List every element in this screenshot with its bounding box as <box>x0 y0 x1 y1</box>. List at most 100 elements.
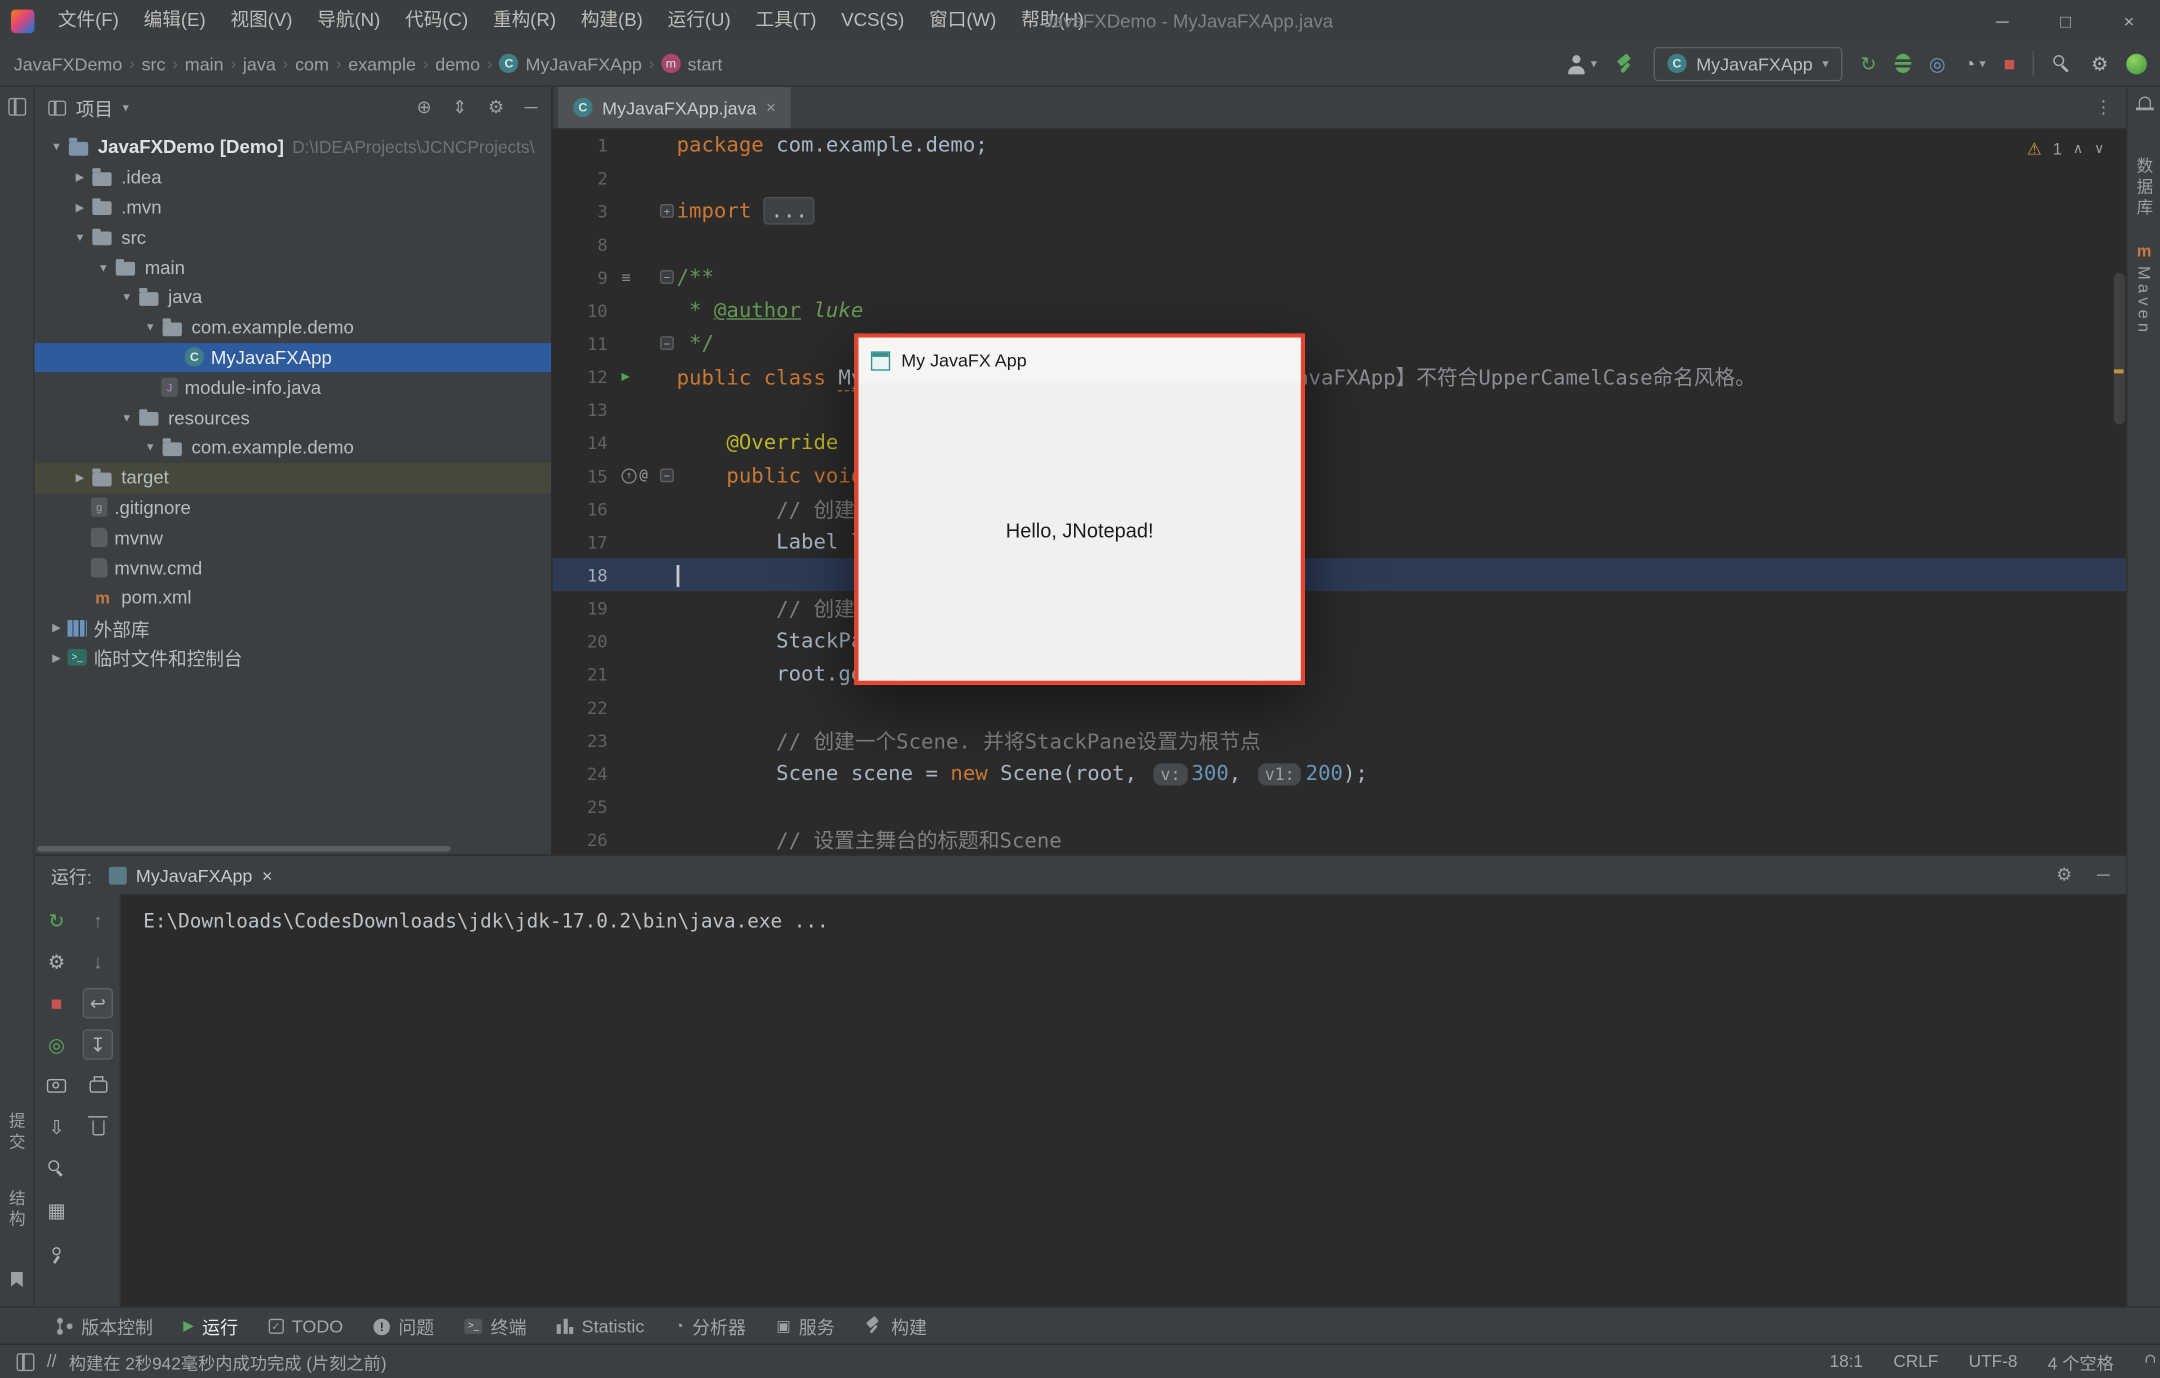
tree-item[interactable]: ▶外部库 <box>34 613 551 643</box>
code-line[interactable]: 2 <box>553 161 2127 194</box>
tree-item[interactable]: ▶.idea <box>34 162 551 192</box>
tool-tab-statistic[interactable]: Statistic <box>542 1308 660 1345</box>
tree-item[interactable]: ▼src <box>34 222 551 252</box>
menu-item[interactable]: 工具(T) <box>743 0 829 41</box>
tree-item[interactable]: ▼com.example.demo <box>34 313 551 343</box>
chevron-down-icon[interactable]: ▼ <box>116 411 138 423</box>
pin-icon[interactable] <box>41 1236 71 1266</box>
tree-item[interactable]: mpom.xml <box>34 583 551 613</box>
stop-button[interactable]: ■ <box>2004 52 2016 74</box>
status-message[interactable]: 构建在 2秒942毫秒内成功完成 (片刻之前) <box>69 1348 387 1374</box>
tree-item[interactable]: ▼JavaFXDemo [Demo] D:\IDEAProjects\JCNCP… <box>34 132 551 162</box>
breadcrumb-item[interactable]: JavaFXDemo <box>14 53 123 74</box>
close-button[interactable]: × <box>2097 0 2160 41</box>
locate-file-button[interactable]: ⊕ <box>417 96 432 118</box>
camera-icon[interactable] <box>41 1071 71 1101</box>
menu-item[interactable]: 运行(U) <box>655 0 743 41</box>
prev-problem-icon[interactable]: ∧ <box>2073 141 2083 156</box>
javafx-app-window[interactable]: My JavaFX App Hello, JNotepad! <box>854 333 1305 684</box>
code-line[interactable]: 1package com.example.demo; <box>553 128 2127 161</box>
tree-item[interactable]: ▼com.example.demo <box>34 433 551 463</box>
code-line[interactable]: 17 Label l <box>553 525 2127 558</box>
code-line[interactable]: 16 // 创建 <box>553 492 2127 525</box>
tree-item[interactable]: Jmodule-info.java <box>34 373 551 403</box>
plugin-button[interactable] <box>2126 53 2147 74</box>
project-stripe-button[interactable] <box>5 95 28 118</box>
print-icon[interactable] <box>83 1071 113 1101</box>
chevron-down-icon[interactable]: ▾ <box>123 100 129 115</box>
run-line-icon[interactable]: ▶ <box>621 369 629 384</box>
code-line[interactable]: 26 // 设置主舞台的标题和Scene <box>553 823 2127 855</box>
breadcrumb-item[interactable]: main <box>185 53 224 74</box>
line-separator[interactable]: CRLF <box>1893 1352 1938 1371</box>
fold-collapse-icon[interactable]: − <box>660 336 674 350</box>
breadcrumb-item[interactable]: example <box>348 53 416 74</box>
tree-item[interactable]: ▶.mvn <box>34 192 551 222</box>
expand-collapse-button[interactable]: ⇕ <box>452 96 467 118</box>
next-problem-icon[interactable]: ∨ <box>2094 141 2104 156</box>
settings-gear-button[interactable]: ⚙ <box>2056 864 2072 886</box>
menu-item[interactable]: VCS(S) <box>829 0 917 41</box>
settings-gear-button[interactable]: ⚙ <box>488 96 504 118</box>
caret-position[interactable]: 18:1 <box>1829 1352 1863 1371</box>
tool-tab-build[interactable]: 构建 <box>850 1308 942 1345</box>
chevron-down-icon[interactable]: ▼ <box>92 261 114 273</box>
tree-item[interactable]: ▼java <box>34 282 551 312</box>
run-config-select[interactable]: C MyJavaFXApp ▾ <box>1654 46 1843 80</box>
code-line[interactable]: 19 // 创建 <box>553 591 2127 624</box>
console-command-line[interactable]: E:\Downloads\CodesDownloads\jdk\jdk-17.0… <box>143 911 828 933</box>
chevron-right-icon[interactable]: ▶ <box>69 201 91 213</box>
code-line[interactable]: 21 root.ge <box>553 657 2127 690</box>
wrench-icon[interactable]: ⚙ <box>41 947 71 977</box>
code-line[interactable]: 8 <box>553 227 2127 260</box>
tree-item[interactable]: ▶>_临时文件和控制台 <box>34 643 551 673</box>
stop-icon[interactable]: ■ <box>41 988 71 1018</box>
breadcrumb-item[interactable]: com <box>295 53 329 74</box>
maximize-button[interactable]: □ <box>2034 0 2097 41</box>
minimize-button[interactable]: ─ <box>1971 0 2034 41</box>
chevron-right-icon[interactable]: ▶ <box>69 171 91 183</box>
search-icon[interactable] <box>41 1153 71 1183</box>
scroll-to-end-icon[interactable]: ↧ <box>83 1029 113 1059</box>
rerun-icon[interactable]: ↻ <box>41 905 71 935</box>
code-line[interactable]: 25 <box>553 790 2127 823</box>
code-line[interactable]: 15↑@− public void <box>553 459 2127 492</box>
code-line[interactable]: 11− */ <box>553 327 2127 360</box>
rerun-button[interactable]: ↻ <box>1860 52 1876 75</box>
tree-item[interactable]: CMyJavaFXApp <box>34 343 551 373</box>
menu-item[interactable]: 重构(R) <box>481 0 569 41</box>
tree-item[interactable]: ▼resources <box>34 403 551 433</box>
editor-scrollbar[interactable] <box>2114 273 2125 425</box>
horizontal-scrollbar[interactable] <box>37 846 450 852</box>
tool-tab-profiler[interactable]: ◔分析器 <box>660 1308 762 1345</box>
fold-collapse-icon[interactable]: − <box>660 270 674 284</box>
code-line[interactable]: 14 @Override <box>553 426 2127 459</box>
chevron-right-icon[interactable]: ▶ <box>45 622 67 634</box>
tool-stripe-label[interactable]: 提交 <box>7 1112 26 1153</box>
tool-tab-version-control[interactable]: 版本控制 <box>41 1308 168 1345</box>
breadcrumb-item[interactable]: src <box>142 53 166 74</box>
javafx-title-bar[interactable]: My JavaFX App <box>858 338 1300 383</box>
soft-wrap-icon[interactable]: ↩ <box>83 988 113 1018</box>
code-line[interactable]: 24 Scene scene = new Scene(root, v:300, … <box>553 757 2127 790</box>
code-line[interactable]: 20 StackPa <box>553 624 2127 657</box>
chevron-down-icon[interactable]: ▼ <box>116 291 138 303</box>
tool-window-layout-icon[interactable] <box>17 1353 35 1371</box>
tree-item[interactable]: ▶target <box>34 463 551 493</box>
code-line[interactable]: 23 // 创建一个Scene. 并将StackPane设置为根节点 <box>553 723 2127 756</box>
fold-expand-icon[interactable]: + <box>660 204 674 218</box>
tool-tab-services[interactable]: ▣服务 <box>761 1308 850 1345</box>
menu-item[interactable]: 导航(N) <box>305 0 393 41</box>
import-icon[interactable]: ⇩ <box>41 1112 71 1142</box>
menu-item[interactable]: 文件(F) <box>45 0 131 41</box>
minimize-button[interactable]: ─ <box>2097 864 2110 886</box>
hide-panel-button[interactable]: ─ <box>525 96 538 118</box>
close-icon[interactable]: × <box>262 865 272 886</box>
chevron-right-icon[interactable]: ▶ <box>69 471 91 483</box>
profiler-button[interactable]: ◔ ▾ <box>1964 52 1986 74</box>
breadcrumb-item[interactable]: CMyJavaFXApp <box>499 53 642 74</box>
bookmark-icon[interactable] <box>10 1272 22 1287</box>
console-output[interactable]: E:\Downloads\CodesDownloads\jdk\jdk-17.0… <box>120 894 2126 1307</box>
debug-button[interactable] <box>1894 54 1911 73</box>
menu-item[interactable]: 构建(B) <box>568 0 655 41</box>
